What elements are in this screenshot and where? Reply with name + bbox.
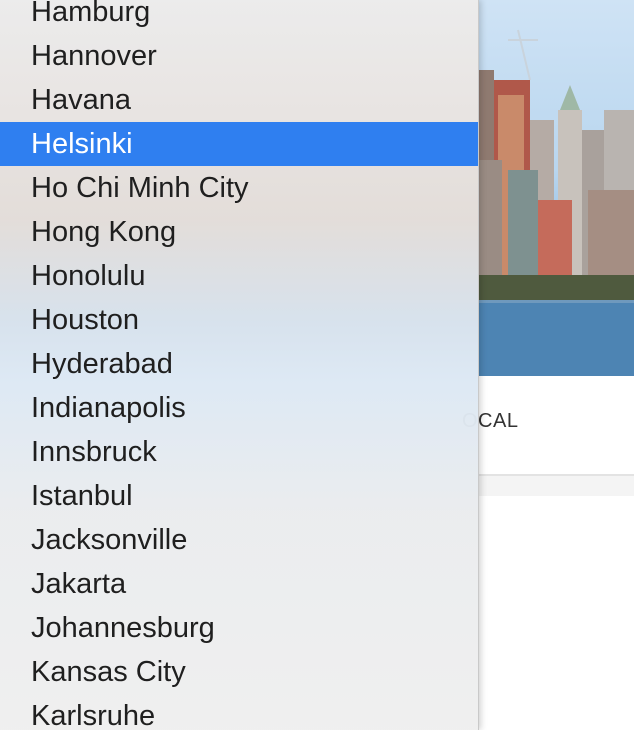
option-jacksonville[interactable]: Jacksonville <box>0 518 478 562</box>
skyline-illustration <box>478 29 634 376</box>
option-indianapolis[interactable]: Indianapolis <box>0 386 478 430</box>
option-jakarta[interactable]: Jakarta <box>0 562 478 606</box>
option-hong-kong[interactable]: Hong Kong <box>0 210 478 254</box>
background-strip <box>478 476 634 496</box>
option-hamburg[interactable]: Hamburg <box>0 0 478 34</box>
option-honolulu[interactable]: Honolulu <box>0 254 478 298</box>
screen: OCAL Hamburg Hannover Havana Helsinki Ho… <box>0 0 634 730</box>
option-hyderabad[interactable]: Hyderabad <box>0 342 478 386</box>
city-skyline-photo <box>478 0 634 376</box>
option-ho-chi-minh-city[interactable]: Ho Chi Minh City <box>0 166 478 210</box>
city-select-dropdown[interactable]: Hamburg Hannover Havana Helsinki Ho Chi … <box>0 0 479 730</box>
option-istanbul[interactable]: Istanbul <box>0 474 478 518</box>
option-kansas-city[interactable]: Kansas City <box>0 650 478 694</box>
option-houston[interactable]: Houston <box>0 298 478 342</box>
option-helsinki[interactable]: Helsinki <box>0 122 478 166</box>
option-innsbruck[interactable]: Innsbruck <box>0 430 478 474</box>
option-johannesburg[interactable]: Johannesburg <box>0 606 478 650</box>
option-hannover[interactable]: Hannover <box>0 34 478 78</box>
option-karlsruhe[interactable]: Karlsruhe <box>0 694 478 730</box>
option-havana[interactable]: Havana <box>0 78 478 122</box>
city-options-list: Hamburg Hannover Havana Helsinki Ho Chi … <box>0 0 478 730</box>
